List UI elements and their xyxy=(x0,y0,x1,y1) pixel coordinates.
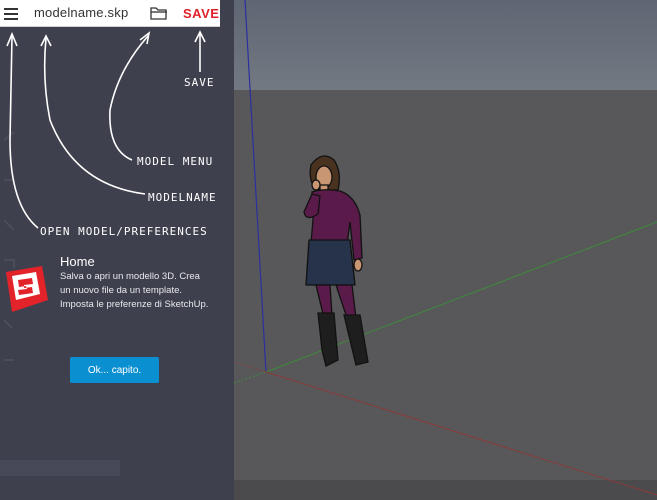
status-strip xyxy=(234,480,657,500)
callout-arrows xyxy=(6,30,206,229)
sketchup-logo-icon xyxy=(6,266,48,312)
home-title: Home xyxy=(60,254,95,269)
callout-save: save xyxy=(184,76,215,89)
callout-model-menu: model menu xyxy=(137,155,214,168)
callout-modelname: modelname xyxy=(148,191,217,204)
ghost-status xyxy=(0,460,120,476)
home-description: Salva o apri un modello 3D. Crea un nuov… xyxy=(60,271,209,310)
ok-got-it-button[interactable]: Ok... capito. xyxy=(70,357,159,383)
callout-open-model: open model/preferences xyxy=(40,225,208,238)
